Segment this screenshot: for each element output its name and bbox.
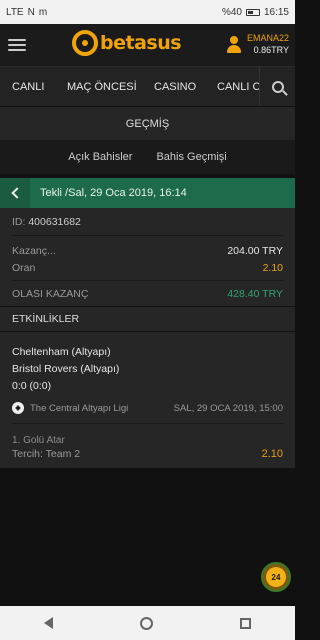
nav-item-live-casino[interactable]: CANLI C: [217, 81, 260, 93]
mail-icon: m: [38, 6, 48, 18]
gain-value: 204.00 TRY: [227, 244, 283, 257]
bet-title: Tekli /Sal, 29 Oca 2019, 16:14: [40, 187, 187, 199]
main-nav: CANLI MAÇ ÖNCESİ CASINO CANLI C: [0, 66, 295, 106]
selection-odd: 2.10: [261, 448, 283, 460]
event-date: SAL, 29 OCA 2019, 15:00: [173, 402, 283, 414]
live-support-button[interactable]: 24: [261, 562, 291, 592]
brand-logo[interactable]: betasus: [72, 30, 182, 56]
market-name: 1. Golü Atar: [12, 435, 65, 446]
system-status-bar: LTE N m %40 16:15: [0, 0, 295, 24]
home-team: Cheltenham (Altyapı): [12, 346, 111, 358]
signal-label: LTE: [6, 6, 24, 18]
soccer-ball-icon: [12, 402, 24, 414]
potential-value: 428.40 TRY: [227, 287, 283, 300]
balance: 0.86TRY: [253, 45, 289, 55]
android-nav-bar: [0, 606, 295, 640]
battery-icon: [245, 8, 260, 16]
nav-item-casino[interactable]: CASINO: [154, 81, 196, 93]
logo-text: betasus: [100, 32, 182, 54]
account-widget[interactable]: EMANA22 0.86TRY: [226, 32, 289, 56]
logo-ring-icon: [72, 30, 98, 56]
bet-id-value: 400631682: [28, 215, 81, 228]
recents-square-icon[interactable]: [240, 617, 252, 629]
app-header: betasus EMANA22 0.86TRY: [0, 24, 295, 66]
score: 0:0 (0:0): [12, 380, 52, 392]
support-24-icon: 24: [266, 567, 286, 587]
battery-percent: %40: [221, 6, 242, 18]
home-circle-icon[interactable]: [139, 616, 153, 630]
odds-value: 2.10: [262, 261, 283, 274]
selection: Tercih: Team 2: [12, 448, 81, 460]
user-icon: [226, 35, 241, 53]
menu-icon[interactable]: [8, 39, 26, 51]
search-icon: [271, 81, 284, 93]
history-tabs: Açık Bahisler Bahis Geçmişi: [0, 140, 295, 174]
nfc-icon: N: [27, 6, 35, 18]
league-name: The Central Altyapı Ligi: [30, 402, 129, 414]
page-title: GEÇMİŞ: [0, 106, 295, 140]
away-team: Bristol Rovers (Altyapı): [12, 363, 120, 375]
potential-label: OLASI KAZANÇ: [12, 287, 89, 300]
tab-open-bets[interactable]: Açık Bahisler: [68, 151, 132, 163]
back-triangle-icon[interactable]: [43, 617, 53, 629]
events-heading: ETKİNLİKLER: [0, 306, 295, 332]
search-button[interactable]: [259, 67, 295, 106]
username: EMANA22: [246, 33, 289, 43]
back-chevron-icon[interactable]: [0, 178, 30, 208]
nav-item-live[interactable]: CANLI: [12, 81, 44, 93]
event-item: Cheltenham (Altyapı) Bristol Rovers (Alt…: [0, 332, 295, 468]
clock: 16:15: [263, 6, 289, 18]
bet-detail-header: Tekli /Sal, 29 Oca 2019, 16:14: [0, 178, 295, 208]
bet-id-label: ID:: [12, 215, 26, 228]
nav-item-prematch[interactable]: MAÇ ÖNCESİ: [67, 81, 137, 93]
odds-label: Oran: [12, 261, 36, 274]
bet-summary: ID: 400631682 Kazanç... 204.00 TRY Oran …: [0, 208, 295, 306]
tab-bet-history[interactable]: Bahis Geçmişi: [156, 151, 226, 163]
gain-label: Kazanç...: [12, 244, 56, 257]
